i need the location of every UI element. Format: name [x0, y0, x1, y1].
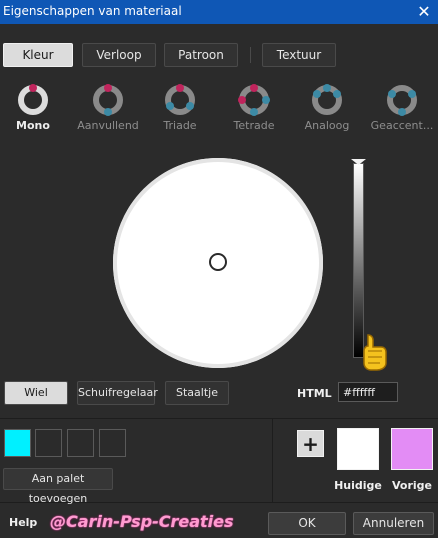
harmony-label: Analoog: [304, 119, 350, 132]
triad-harmony-icon: [165, 84, 195, 115]
harmony-triade[interactable]: Triade: [144, 84, 216, 140]
html-hex-input[interactable]: [338, 382, 398, 402]
harmony-label: Aanvullend: [77, 119, 139, 132]
close-icon[interactable]: ✕: [412, 1, 436, 23]
help-link[interactable]: Help: [9, 516, 37, 529]
palette-swatch-1[interactable]: [4, 429, 31, 457]
slider-top-cap-icon: [351, 159, 366, 165]
mode-staaltje[interactable]: Staaltje: [165, 381, 229, 405]
tab-textuur[interactable]: Textuur: [262, 43, 336, 67]
palette-swatch-4[interactable]: [99, 429, 126, 457]
tab-patroon[interactable]: Patroon: [164, 43, 238, 67]
accented-harmony-icon: [387, 85, 417, 116]
html-label: HTML: [297, 387, 332, 400]
section-divider: [0, 418, 438, 419]
tab-separator: [250, 47, 251, 63]
color-wheel-marker[interactable]: [209, 253, 227, 271]
harmony-geaccentueerd[interactable]: Geaccent...: [366, 84, 438, 140]
harmony-mono[interactable]: Mono: [0, 84, 69, 140]
tab-kleur[interactable]: Kleur: [3, 43, 73, 67]
previous-color-label: Vorige: [392, 479, 432, 492]
watermark: @Carin-Psp-Creaties: [50, 512, 234, 531]
mode-schuifregelaar[interactable]: Schuifregelaar: [77, 381, 158, 405]
previous-color-swatch[interactable]: [391, 428, 433, 470]
harmony-label: Triade: [163, 119, 197, 132]
ok-button[interactable]: OK: [268, 512, 346, 535]
brightness-slider[interactable]: [353, 163, 364, 358]
harmony-analoog[interactable]: Analoog: [291, 84, 363, 140]
window-title: Eigenschappen van materiaal: [3, 4, 182, 18]
vertical-divider: [272, 418, 273, 502]
mode-wiel[interactable]: Wiel: [4, 381, 68, 405]
cancel-button[interactable]: Annuleren: [353, 512, 434, 535]
add-color-button[interactable]: +: [297, 430, 324, 457]
mono-harmony-icon: [18, 84, 48, 115]
harmony-label: Tetrade: [233, 119, 275, 132]
harmony-tetrade[interactable]: Tetrade: [218, 84, 290, 140]
harmony-label: Mono: [16, 119, 50, 132]
pointing-hand-icon[interactable]: [362, 333, 388, 373]
harmony-aanvullend[interactable]: Aanvullend: [72, 84, 144, 140]
tab-verloop[interactable]: Verloop: [82, 43, 156, 67]
current-color-label: Huidige: [334, 479, 382, 492]
palette-swatch-3[interactable]: [67, 429, 94, 457]
add-to-palette-button[interactable]: Aan palet toevoegen: [3, 468, 113, 505]
palette-swatch-2[interactable]: [35, 429, 62, 457]
current-color-swatch: [337, 428, 379, 470]
analogous-harmony-icon: [312, 84, 342, 115]
tetrad-harmony-icon: [238, 84, 270, 116]
complementary-harmony-icon: [93, 84, 123, 116]
harmony-label: Geaccent...: [370, 119, 434, 132]
